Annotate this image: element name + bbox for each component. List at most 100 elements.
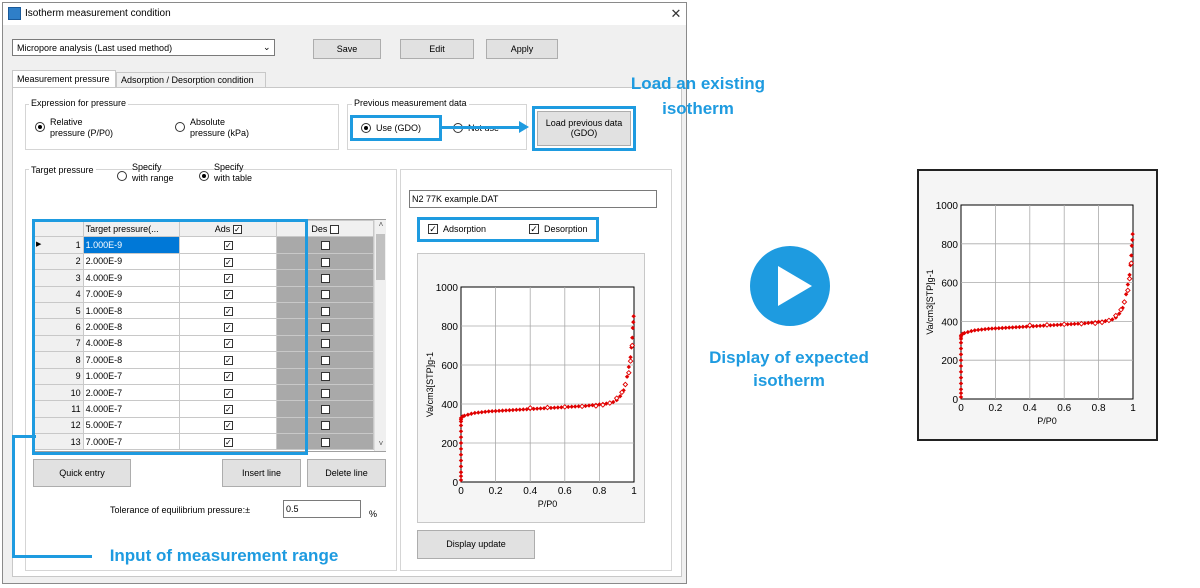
input-range-highlight [32,219,308,455]
des-checkbox[interactable] [320,372,330,382]
insert-line-button[interactable]: Insert line [222,459,301,487]
plot-area [460,286,635,483]
display-annotation-line-2: isotherm [753,371,825,390]
title-bar: Isotherm measurement condition ✕ [3,3,686,25]
x-tick-label: 0.8 [592,486,606,497]
arrow-head-icon [519,121,529,133]
y-tick-label: 200 [941,356,958,367]
tab-adsorption-desorption[interactable]: Adsorption / Desorption condition [116,72,266,87]
load-previous-label-2: (GDO) [570,128,598,138]
des-header-checkbox[interactable] [329,224,339,234]
callout-line-bottom [12,555,92,558]
des-checkbox[interactable] [320,421,330,431]
des-checkbox[interactable] [320,257,330,267]
adsorption-checkbox[interactable]: ✓ [428,224,438,234]
absolute-pressure-label-2: pressure (kPa) [190,128,250,138]
adsorption-label: Adsorption [443,224,487,234]
y-tick-label: 600 [441,361,458,372]
tab-adsorption-desorption-label: Adsorption / Desorption condition [121,75,254,85]
x-tick-label: 0 [958,403,964,414]
y-tick-label: 1000 [936,201,959,212]
des-checkbox[interactable] [320,241,330,251]
x-tick-label: 1 [1130,403,1136,414]
dialog-window: Isotherm measurement condition ✕ Micropo… [2,2,687,584]
y-tick-label: 1000 [436,283,459,294]
y-tick-label: 200 [441,439,458,450]
x-tick-label: 0.6 [1057,403,1071,414]
chevron-down-icon: ⌄ [263,42,271,52]
y-axis-label: Va/cm3[STP]g-1 [425,352,435,417]
des-checkbox[interactable] [320,355,330,365]
y-tick-label: 0 [452,478,458,489]
desorption-label: Desorption [544,224,588,234]
tolerance-unit: % [369,509,378,519]
arrow-line [441,126,521,129]
x-tick-label: 1 [631,486,637,497]
specify-range-label-1: Specify [132,162,162,172]
apply-button[interactable]: Apply [486,39,558,59]
method-value: Micropore analysis (Last used method) [17,43,173,53]
play-arrow-icon [750,246,830,326]
edit-button[interactable]: Edit [400,39,474,59]
des-checkbox[interactable] [320,405,330,415]
callout-line-vertical [12,435,15,557]
app-icon [8,7,21,20]
scroll-up-icon[interactable]: ˄ [375,220,387,232]
y-tick-label: 400 [441,400,458,411]
relative-pressure-label-1: Relative [50,117,83,127]
window-title: Isotherm measurement condition [25,8,171,19]
grid-scrollbar[interactable]: ˄ ˅ [374,220,386,451]
relative-pressure-radio[interactable] [35,122,45,132]
callout-line-top [12,435,36,438]
absolute-pressure-label-1: Absolute [190,117,226,127]
desorption-checkbox[interactable]: ✓ [529,224,539,234]
x-tick-label: 0.4 [1023,403,1037,414]
scroll-thumb[interactable] [376,234,385,280]
specify-table-radio[interactable] [199,171,209,181]
load-annotation-line-1: Load an existing [630,74,766,93]
des-header-label: Des [311,223,328,234]
relative-pressure-label-2: pressure (P/P0) [50,128,114,138]
tolerance-input[interactable]: 0.5 [283,500,361,518]
y-tick-label: 400 [941,317,958,328]
y-tick-label: 600 [941,279,958,290]
input-range-annotation: Input of measurement range [109,546,339,565]
absolute-pressure-radio[interactable] [175,122,185,132]
des-checkbox[interactable] [320,437,330,447]
des-checkbox[interactable] [320,273,330,283]
scroll-down-icon[interactable]: ˅ [375,439,387,451]
specify-range-radio[interactable] [117,171,127,181]
tab-measurement-pressure[interactable]: Measurement pressure [12,70,116,87]
tolerance-label: Tolerance of equilibrium pressure:± [110,505,251,515]
des-checkbox[interactable] [320,339,330,349]
file-name-field[interactable]: N2 77K example.DAT [409,190,657,208]
quick-entry-button[interactable]: Quick entry [33,459,131,487]
x-tick-label: 0.8 [1092,403,1106,414]
x-tick-label: 0.2 [988,403,1002,414]
use-gdo-radio[interactable] [361,123,371,133]
y-tick-label: 0 [952,395,958,406]
previous-data-label: Previous measurement data [352,98,469,108]
des-checkbox[interactable] [320,323,330,333]
display-annotation-line-1: Display of expected [709,348,869,367]
des-checkbox[interactable] [320,290,330,300]
use-gdo-label: Use (GDO) [376,123,421,133]
specify-range-label-2: with range [132,173,174,183]
save-button[interactable]: Save [313,39,381,59]
pressure-expression-label: Expression for pressure [29,98,129,108]
close-icon[interactable]: ✕ [667,5,685,23]
load-previous-label-1: Load previous data [545,118,623,128]
delete-line-button[interactable]: Delete line [307,459,386,487]
y-tick-label: 800 [941,240,958,251]
des-checkbox[interactable] [320,388,330,398]
target-pressure-label: Target pressure [29,165,96,175]
y-axis-label: Va/cm3[STP]g-1 [925,269,935,334]
display-update-button[interactable]: Display update [417,530,535,559]
specify-table-label-1: Specify [214,162,244,172]
plot-area [960,204,1134,400]
des-checkbox[interactable] [320,306,330,316]
isotherm-chart-left: 0 0.2 0.4 0.6 0.8 1 0 200 400 600 800 1000 P/P0 Va/cm… [425,283,637,509]
method-dropdown[interactable]: Micropore analysis (Last used method) ⌄ [12,39,275,56]
x-tick-label: 0.4 [523,486,537,497]
specify-table-label-2: with table [214,173,253,183]
